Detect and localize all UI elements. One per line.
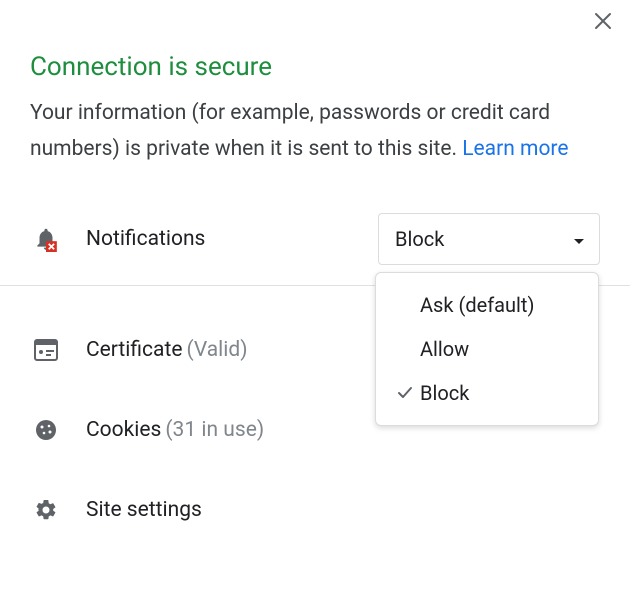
checkmark-icon	[396, 384, 420, 402]
option-label: Block	[420, 381, 469, 405]
certificate-label: Certificate	[86, 338, 182, 362]
option-block[interactable]: Block	[376, 371, 598, 415]
learn-more-link[interactable]: Learn more	[462, 137, 568, 161]
site-settings-row[interactable]: Site settings	[30, 470, 600, 550]
notifications-select[interactable]: Block Ask (default) Allow Block	[378, 213, 600, 265]
option-ask-default[interactable]: Ask (default)	[376, 283, 598, 327]
permission-row-notifications: Notifications Block Ask (default) Allow	[30, 207, 600, 271]
close-icon	[594, 15, 612, 34]
cookies-label: Cookies	[86, 418, 161, 442]
notification-blocked-icon	[30, 226, 62, 252]
site-settings-label: Site settings	[86, 498, 202, 522]
cookie-icon	[30, 418, 62, 442]
permission-label: Notifications	[86, 227, 205, 251]
notifications-dropdown-menu: Ask (default) Allow Block	[375, 272, 599, 426]
gear-icon	[30, 498, 62, 522]
option-label: Ask (default)	[420, 293, 534, 317]
option-allow[interactable]: Allow	[376, 327, 598, 371]
caret-down-icon	[573, 227, 585, 251]
site-info-panel: Connection is secure Your information (f…	[0, 0, 630, 612]
certificate-status: (Valid)	[186, 338, 247, 362]
notifications-selected-value: Block	[395, 227, 444, 251]
option-label: Allow	[420, 337, 469, 361]
connection-secure-title: Connection is secure	[30, 52, 600, 82]
cookies-status: (31 in use)	[165, 418, 264, 442]
close-button[interactable]	[594, 12, 612, 34]
connection-description: Your information (for example, passwords…	[30, 96, 590, 167]
certificate-icon	[30, 339, 62, 361]
